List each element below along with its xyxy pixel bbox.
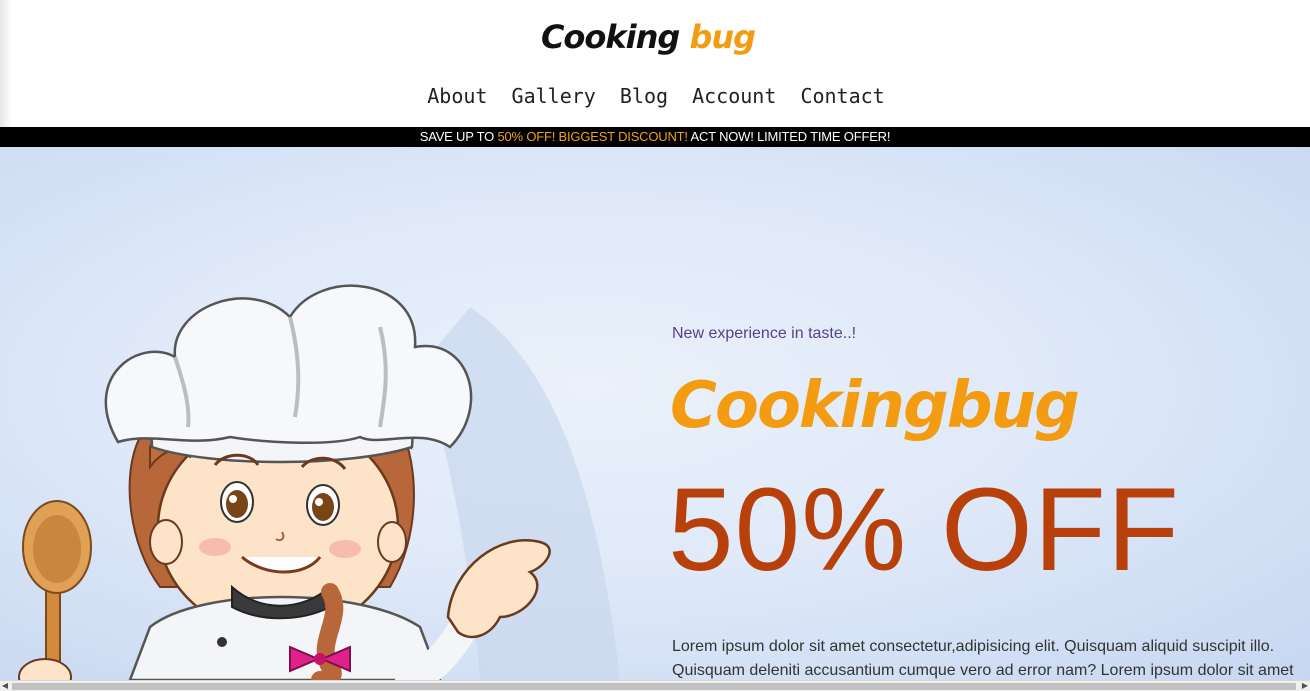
logo-word-bug: bug <box>689 18 756 56</box>
hero-description: Lorem ipsum dolor sit amet consectetur,a… <box>672 638 1294 679</box>
hero-brand: Cookingbug <box>670 369 1080 443</box>
promo-banner: SAVE UP TO 50% OFF! BIGGEST DISCOUNT! AC… <box>0 127 1310 147</box>
hero-section: New experience in taste..! Cookingbug 50… <box>0 147 1310 680</box>
scrollbar-thumb[interactable] <box>12 683 1296 690</box>
promo-highlight: 50% OFF! BIGGEST DISCOUNT! <box>497 129 688 144</box>
hero-offer: 50% OFF <box>668 464 1180 596</box>
nav-gallery[interactable]: Gallery <box>512 84 596 108</box>
chef-illustration <box>18 284 620 680</box>
scroll-right-icon[interactable]: ▶ <box>1300 681 1310 691</box>
scroll-left-icon[interactable]: ◀ <box>0 681 10 691</box>
promo-suffix: ACT NOW! LIMITED TIME OFFER! <box>687 129 891 144</box>
site-logo[interactable]: Cooking bug <box>0 14 1296 60</box>
nav-blog[interactable]: Blog <box>620 84 668 108</box>
logo-word-cooking: Cooking <box>540 18 680 56</box>
horizontal-scrollbar[interactable]: ◀ ▶ <box>0 680 1310 691</box>
nav-contact[interactable]: Contact <box>800 84 884 108</box>
nav-about[interactable]: About <box>427 84 487 108</box>
promo-prefix: SAVE UP TO <box>419 129 498 144</box>
site-header: Cooking bug About Gallery Blog Account C… <box>0 0 1310 127</box>
hero-tagline: New experience in taste..! <box>672 325 857 342</box>
main-nav: About Gallery Blog Account Contact <box>0 84 1310 108</box>
nav-account[interactable]: Account <box>692 84 776 108</box>
